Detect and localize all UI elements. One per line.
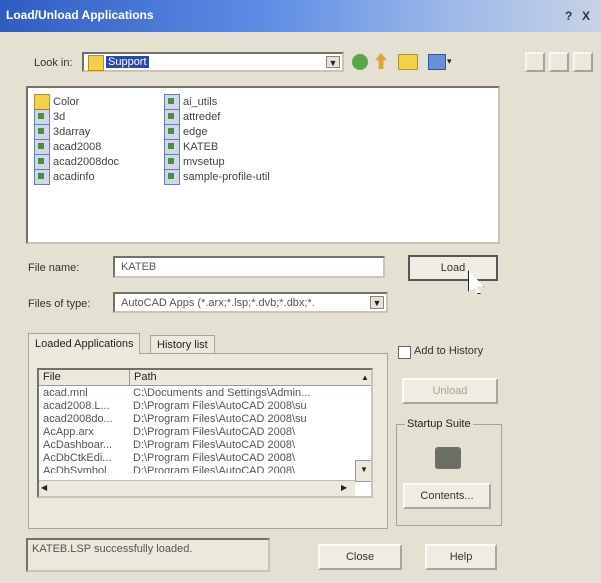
horizontal-scrollbar[interactable]: ◀ ▶ — [39, 480, 355, 496]
file-icon — [34, 154, 50, 171]
load-unload-dialog: Load/Unload Applications ? X Look in: Su… — [0, 0, 601, 583]
startup-suite-label: Startup Suite — [405, 418, 473, 430]
file-icon — [34, 169, 50, 186]
up-folder-icon[interactable] — [375, 53, 387, 69]
title-bar: Load/Unload Applications ? X — [0, 0, 601, 32]
look-in-combo[interactable]: Support ▼ — [82, 52, 344, 72]
close-button[interactable]: Close — [318, 544, 402, 570]
scroll-up-icon[interactable]: ▲ — [359, 372, 371, 384]
file-icon — [164, 154, 180, 171]
table-cell-path[interactable]: D:\Program Files\AutoCAD 2008\ — [133, 452, 355, 465]
views-dropdown-icon[interactable]: ▾ — [447, 56, 452, 67]
table-cell-path[interactable]: D:\Program Files\AutoCAD 2008\su — [133, 413, 355, 426]
column-header-file[interactable]: File — [39, 370, 130, 386]
file-name-field[interactable]: KATEB — [113, 256, 385, 278]
folder-icon — [88, 55, 104, 71]
startup-suite-group: Startup Suite Contents... — [396, 418, 502, 526]
contents-button[interactable]: Contents... — [403, 483, 491, 509]
add-to-history-label: Add to History — [414, 345, 484, 357]
new-folder-icon[interactable] — [398, 54, 418, 70]
files-of-type-label: Files of type: — [28, 298, 91, 310]
files-of-type-value: AutoCAD Apps (*.arx;*.lsp;*.dvb;*.dbx;*. — [121, 297, 315, 309]
list-item[interactable]: Color — [34, 94, 79, 111]
file-name-value: KATEB — [121, 261, 157, 273]
tab-loaded-applications[interactable]: Loaded Applications — [28, 333, 141, 354]
table-cell-path[interactable]: D:\Program Files\AutoCAD 2008\ — [133, 426, 355, 439]
views-icon[interactable] — [428, 54, 446, 70]
list-item[interactable]: sample-profile-util — [164, 169, 270, 186]
file-icon — [34, 139, 50, 156]
table-row[interactable]: AcDbCtkEdi... — [43, 452, 127, 465]
tab-content: File Path ▲ acad.mnl C:\Documents and Se… — [28, 353, 388, 529]
list-item[interactable]: acad2008doc — [34, 154, 119, 171]
file-icon — [34, 124, 50, 141]
tab-panel: Loaded Applications History list File Pa… — [28, 333, 388, 529]
column-header-path[interactable]: Path — [130, 370, 371, 386]
table-cell-path[interactable]: C:\Documents and Settings\Admin... — [133, 387, 355, 400]
load-button[interactable]: Load — [408, 255, 498, 281]
table-cell-path[interactable]: D:\Program Files\AutoCAD 2008\ — [133, 465, 355, 473]
window-title: Load/Unload Applications — [6, 8, 154, 22]
find-icon[interactable] — [525, 52, 545, 72]
file-icon — [164, 94, 180, 111]
table-row[interactable]: AcDbSymbol... — [43, 465, 127, 473]
table-row[interactable]: acad.mnl — [43, 387, 127, 400]
unload-button[interactable]: Unload — [402, 378, 498, 404]
list-item[interactable]: edge — [164, 124, 207, 141]
tools-icon[interactable] — [573, 52, 593, 72]
loaded-apps-table[interactable]: File Path ▲ acad.mnl C:\Documents and Se… — [37, 368, 373, 498]
file-icon — [34, 109, 50, 126]
chevron-down-icon[interactable]: ▼ — [326, 56, 340, 68]
look-in-value: Support — [106, 56, 149, 68]
list-item[interactable]: 3darray — [34, 124, 90, 141]
add-to-history-checkbox[interactable] — [398, 346, 411, 359]
file-list[interactable]: Color 3d 3darray acad2008 acad2008doc ac… — [26, 86, 500, 244]
scroll-left-icon[interactable]: ◀ — [41, 483, 47, 492]
list-item[interactable]: attredef — [164, 109, 220, 126]
back-icon[interactable] — [352, 54, 368, 70]
files-of-type-combo[interactable]: AutoCAD Apps (*.arx;*.lsp;*.dvb;*.dbx;*.… — [113, 292, 388, 313]
table-row[interactable]: AcApp.arx — [43, 426, 127, 439]
briefcase-icon — [435, 447, 461, 469]
scroll-down-icon[interactable]: ▼ — [355, 460, 371, 482]
table-row[interactable]: acad2008.L... — [43, 400, 127, 413]
list-item[interactable]: 3d — [34, 109, 65, 126]
search-web-icon[interactable] — [549, 52, 569, 72]
help-title-button[interactable]: ? — [565, 9, 572, 23]
list-item[interactable]: ai_utils — [164, 94, 217, 111]
list-item-selected[interactable]: KATEB — [164, 139, 218, 156]
look-in-label: Look in: — [34, 57, 73, 69]
help-button[interactable]: Help — [425, 544, 497, 570]
close-title-button[interactable]: X — [582, 9, 590, 23]
scroll-right-icon[interactable]: ▶ — [341, 483, 347, 492]
table-cell-path[interactable]: D:\Program Files\AutoCAD 2008\su — [133, 400, 355, 413]
file-icon — [164, 124, 180, 141]
file-icon — [164, 139, 180, 156]
list-item[interactable]: mvsetup — [164, 154, 225, 171]
table-cell-path[interactable]: D:\Program Files\AutoCAD 2008\ — [133, 439, 355, 452]
list-item[interactable]: acad2008 — [34, 139, 101, 156]
chevron-down-icon[interactable]: ▼ — [370, 296, 384, 309]
list-item[interactable]: acadinfo — [34, 169, 95, 186]
status-text: KATEB.LSP successfully loaded. — [32, 543, 193, 555]
file-name-label: File name: — [28, 262, 80, 274]
file-icon — [164, 109, 180, 126]
status-box: KATEB.LSP successfully loaded. — [26, 538, 270, 572]
tab-history-list[interactable]: History list — [150, 335, 215, 354]
file-icon — [164, 169, 180, 186]
table-row[interactable]: acad2008do... — [43, 413, 127, 426]
folder-icon — [34, 94, 50, 111]
table-row[interactable]: AcDashboar... — [43, 439, 127, 452]
